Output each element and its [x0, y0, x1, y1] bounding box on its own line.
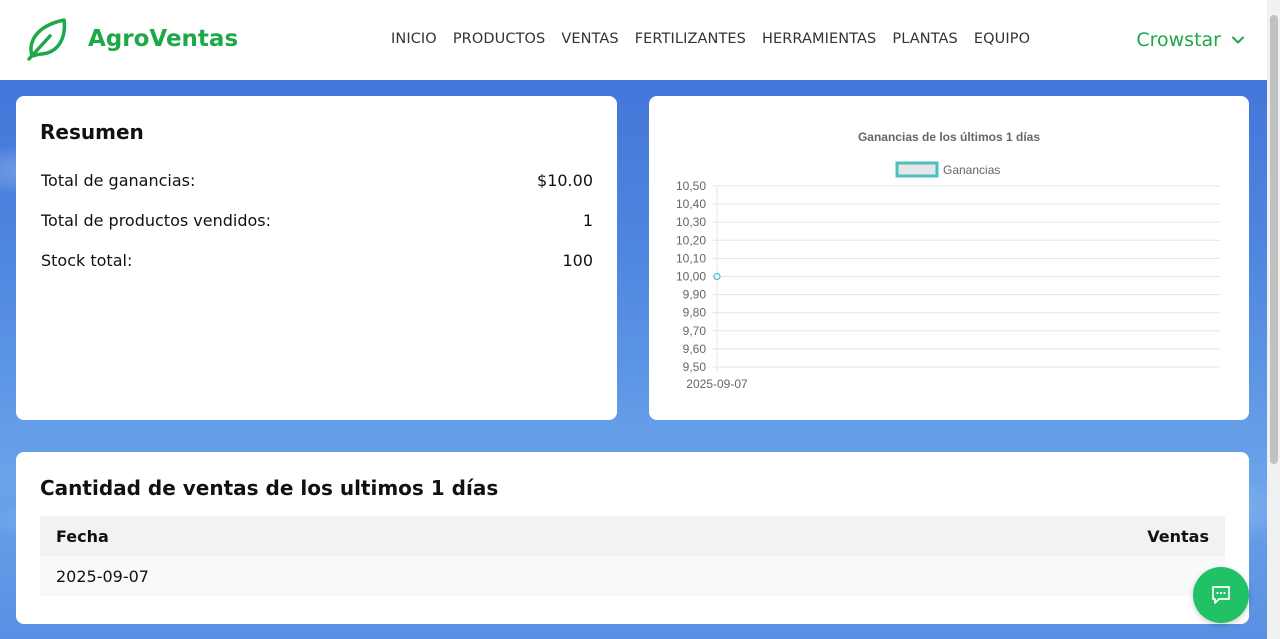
y-tick-label: 9,70 — [683, 324, 707, 338]
user-menu[interactable]: Crowstar — [1136, 29, 1245, 51]
earnings-chart: Ganancias de los últimos 1 días Ganancia… — [676, 130, 1220, 391]
summary-row-stock: Stock total: 100 — [40, 240, 593, 280]
summary-label: Total de ganancias: — [41, 170, 196, 190]
y-tick-label: 10,30 — [676, 215, 706, 229]
chart-series — [713, 272, 721, 281]
nav-equipo[interactable]: EQUIPO — [974, 31, 1030, 47]
column-header-fecha: Fecha — [56, 526, 109, 546]
chart-title: Ganancias de los últimos 1 días — [858, 130, 1040, 144]
nav-plantas[interactable]: PLANTAS — [892, 31, 957, 47]
y-tick-label: 9,90 — [683, 288, 707, 302]
y-tick-label: 10,50 — [676, 179, 706, 193]
table-row: 2025-09-07 — [40, 556, 1225, 596]
summary-title: Resumen — [40, 120, 144, 144]
nav-productos[interactable]: PRODUCTOS — [453, 31, 546, 47]
chevron-down-icon — [1232, 36, 1244, 44]
y-tick-label: 10,10 — [676, 251, 706, 265]
sales-table-card: Cantidad de ventas de los ultimos 1 días… — [16, 452, 1249, 624]
data-point[interactable] — [713, 272, 721, 281]
summary-value: $10.00 — [537, 170, 593, 190]
nav-herramientas[interactable]: HERRAMIENTAS — [762, 31, 876, 47]
x-axis: 2025-09-07 — [686, 377, 748, 391]
y-axis: 10,50 10,40 10,30 10,20 10,10 10,00 9,90 9,80 9,… — [676, 179, 706, 374]
main-nav: INICIO PRODUCTOS VENTAS FERTILIZANTES HE… — [391, 31, 1030, 47]
summary-value: 1 — [582, 210, 593, 230]
leaf-icon — [27, 18, 67, 61]
nav-inicio[interactable]: INICIO — [391, 31, 437, 47]
chat-icon — [1212, 586, 1230, 604]
summary-row-earnings: Total de ganancias: $10.00 — [40, 160, 593, 200]
legend-label: Ganancias — [943, 163, 1000, 177]
y-tick-label: 9,60 — [683, 342, 707, 356]
top-navbar: AgroVentas INICIO PRODUCTOS VENTAS FERTI… — [0, 0, 1267, 80]
chat-button[interactable] — [1193, 567, 1249, 623]
summary-row-products-sold: Total de productos vendidos: 1 — [40, 200, 593, 240]
y-tick-label: 10,40 — [676, 197, 706, 211]
x-tick-label: 2025-09-07 — [686, 377, 748, 391]
brand-name: AgroVentas — [88, 26, 239, 52]
earnings-chart-card: Ganancias de los últimos 1 días Ganancia… — [649, 96, 1249, 420]
summary-card: Resumen Total de ganancias: $10.00 Total… — [16, 96, 617, 420]
page-scrollbar[interactable] — [1267, 0, 1280, 639]
nav-ventas[interactable]: VENTAS — [561, 31, 618, 47]
nav-fertilizantes[interactable]: FERTILIZANTES — [635, 31, 746, 47]
y-tick-label: 9,50 — [683, 360, 707, 374]
y-tick-label: 9,80 — [683, 306, 707, 320]
summary-label: Total de productos vendidos: — [41, 210, 272, 230]
y-tick-label: 10,20 — [676, 233, 706, 247]
cell-fecha: 2025-09-07 — [56, 566, 149, 586]
y-tick-label: 10,00 — [676, 270, 706, 284]
sales-table-title: Cantidad de ventas de los ultimos 1 días — [40, 476, 499, 500]
user-name: Crowstar — [1136, 29, 1221, 51]
scrollbar-thumb[interactable] — [1270, 15, 1278, 464]
logo[interactable]: AgroVentas — [24, 16, 238, 62]
chart-grid — [712, 185, 1220, 372]
table-header: Fecha Ventas — [40, 516, 1225, 556]
column-header-ventas: Ventas — [1147, 526, 1209, 546]
summary-label: Stock total: — [41, 250, 133, 270]
summary-value: 100 — [562, 250, 593, 270]
legend-swatch — [895, 161, 939, 178]
